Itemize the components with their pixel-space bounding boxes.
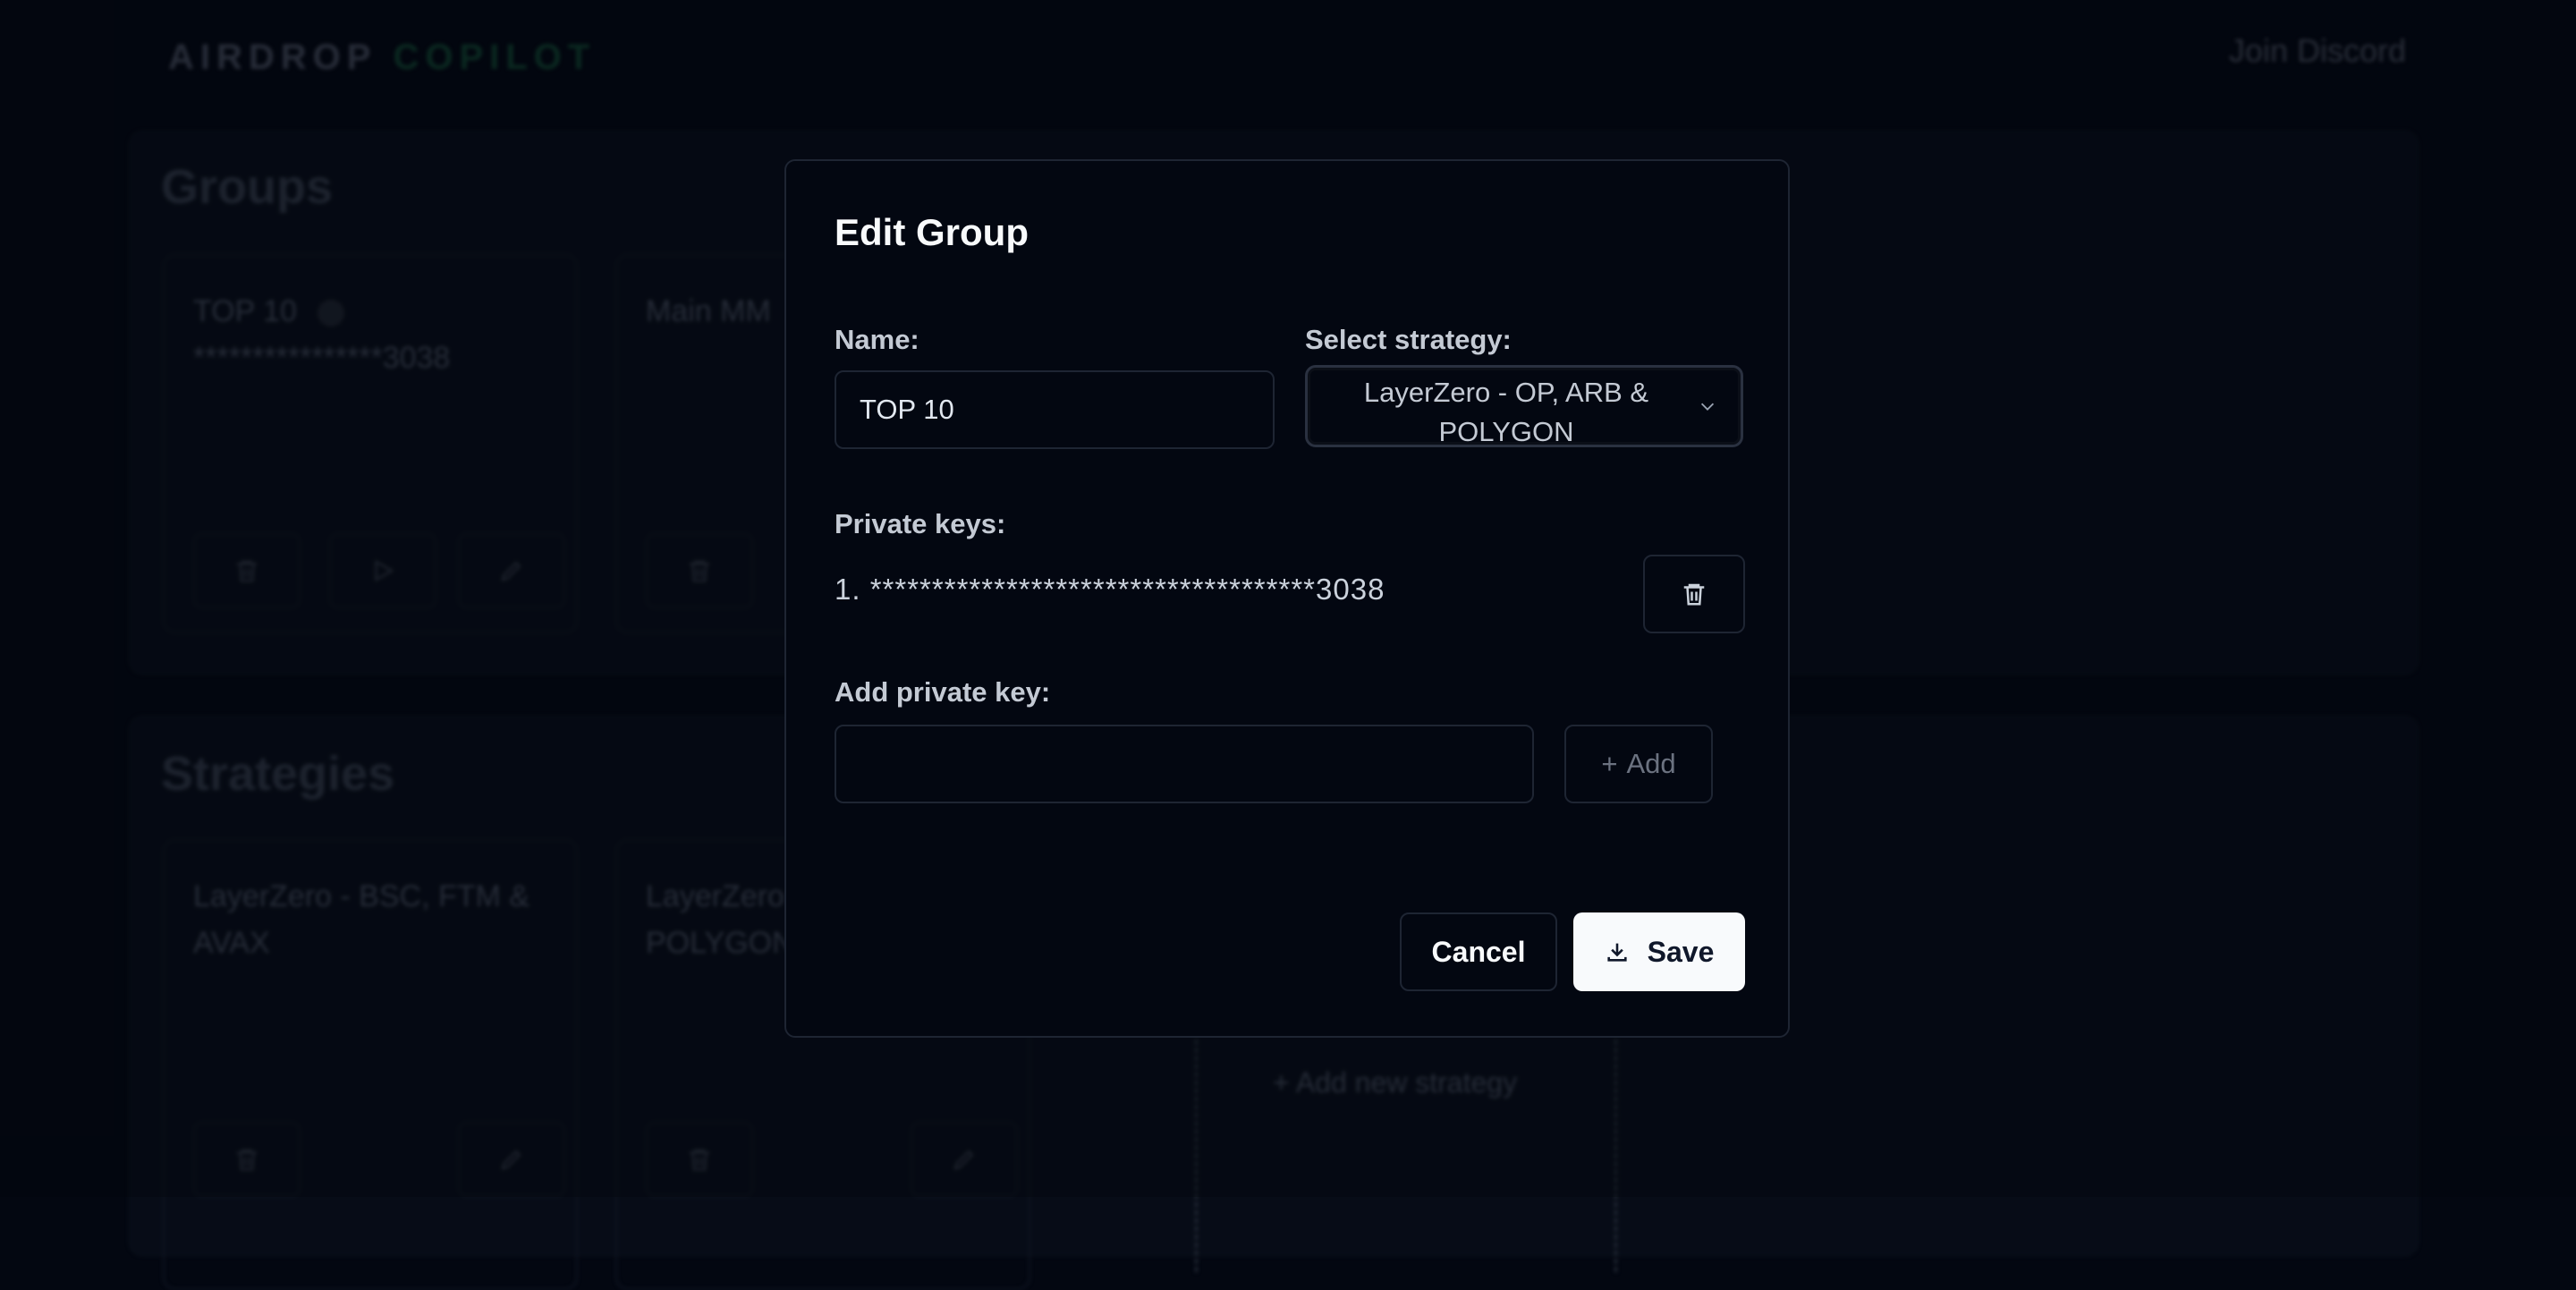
strategy-select[interactable]: LayerZero - OP, ARB & POLYGON: [1305, 365, 1743, 447]
download-icon: [1607, 943, 1627, 962]
add-private-key-label: Add private key:: [835, 676, 1051, 708]
name-label: Name:: [835, 324, 919, 355]
save-button[interactable]: Save: [1573, 912, 1745, 991]
modal-title: Edit Group: [835, 211, 1029, 253]
chevron-down-icon: [1700, 403, 1715, 411]
private-key-input[interactable]: [835, 725, 1534, 803]
trash-icon: [1683, 583, 1705, 606]
private-key-item: 1. ************************************3…: [835, 573, 1385, 606]
plus-icon: +: [1601, 748, 1618, 779]
cancel-button[interactable]: Cancel: [1400, 912, 1557, 991]
strategy-select-value: LayerZero - OP, ARB & POLYGON: [1363, 377, 1649, 447]
strategy-label: Select strategy:: [1305, 324, 1512, 355]
name-input[interactable]: [835, 370, 1275, 449]
edit-group-modal: Edit Group Name: Select strategy: LayerZ…: [784, 159, 1790, 1038]
add-key-button-label: Add: [1626, 748, 1676, 779]
delete-private-key-button[interactable]: [1643, 555, 1745, 633]
add-key-button[interactable]: + Add: [1564, 725, 1713, 803]
save-button-label: Save: [1647, 935, 1715, 968]
private-keys-label: Private keys:: [835, 508, 1006, 539]
